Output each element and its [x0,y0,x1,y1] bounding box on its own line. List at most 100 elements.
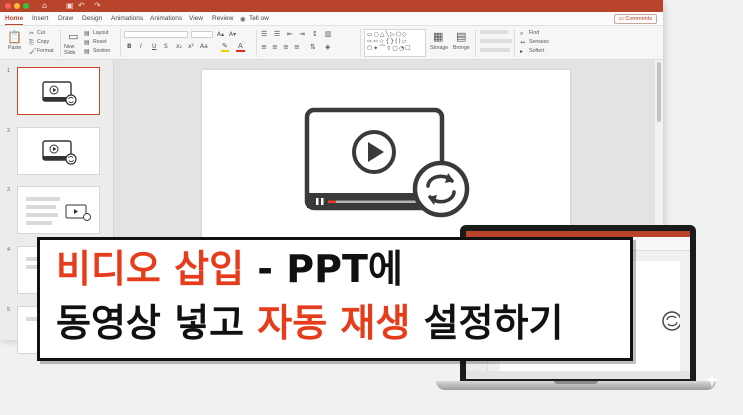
tab-home[interactable]: Home [5,15,24,25]
reset-icon[interactable]: ▤ [84,39,90,47]
superscript-icon[interactable]: x² [188,43,194,51]
save-icon[interactable]: ▣ [66,2,74,10]
slide-thumbnail-2[interactable] [17,127,100,175]
redo-icon[interactable]: ↷ [94,2,101,10]
shape-icons-row-3: ⬠✦⌒⇧▢◔☐ [367,45,412,52]
text-lines-placeholder [26,197,91,225]
tab-animations-2[interactable]: Animations [150,15,182,22]
decrease-indent-icon[interactable]: ⇤ [287,30,293,38]
font-color-icon[interactable]: A [238,42,243,50]
text-direction-icon[interactable]: ⇅ [310,43,316,51]
underline-icon[interactable]: U [152,43,156,51]
bold-icon[interactable]: B [127,43,132,51]
quick-styles-icon[interactable]: ▤ [456,31,466,42]
sensess-label[interactable]: Sensess [529,39,549,45]
new-slide-icon[interactable]: ▭ [68,31,78,42]
tab-draw[interactable]: Draw [58,15,73,22]
decrease-font-icon[interactable]: A▾ [229,31,236,39]
scene: ⌂ ▣ ↶ ↷ Home Insert Draw Design Animatio… [0,0,743,415]
increase-indent-icon[interactable]: ⇥ [299,30,305,38]
numbering-icon[interactable]: ☰ [274,30,280,38]
copy-label[interactable]: Copy [37,39,49,45]
tab-review[interactable]: Review [212,15,233,22]
font-color-swatch [236,50,245,52]
convert-smartart-icon[interactable]: ◈ [325,43,330,51]
cut-label[interactable]: Cut [37,30,45,36]
ribbon-divider [360,29,361,57]
tab-view[interactable]: View [189,15,203,22]
new-slide-label[interactable]: New Slide [64,44,84,56]
align-center-icon[interactable]: ≡ [272,43,278,51]
layout-label[interactable]: Layout [93,30,109,36]
banner-text [327,301,340,345]
subscript-icon[interactable]: x₂ [176,43,182,51]
slide-number: 1 [7,68,11,74]
close-window-button[interactable] [5,3,11,9]
shape-fill-placeholder [480,30,508,34]
zoom-window-button[interactable] [23,3,29,9]
increase-font-icon[interactable]: A▴ [217,31,224,39]
ribbon-divider [60,29,61,57]
format-label[interactable]: Format [37,48,53,54]
font-family-dropdown[interactable] [124,31,188,38]
tab-animations[interactable]: Animations [111,15,143,22]
reset-label[interactable]: Reset [93,39,107,45]
columns-icon[interactable]: ▥ [325,30,332,38]
banner-highlight: 재생 [340,301,411,345]
title-banner: 비디오 삽입 - PPT에 동영상 넣고 자동 재생 설정하기 [37,237,633,361]
paste-label[interactable]: Paste [8,45,21,51]
arrange-icon[interactable]: ▦ [433,31,443,42]
ribbon-divider [514,29,515,57]
replace-icon[interactable]: ↔ [520,39,525,47]
format-painter-icon[interactable]: 🖌 [29,48,37,56]
storage-label[interactable]: Storage [430,45,448,51]
font-size-dropdown[interactable] [191,31,213,38]
highlight-color-swatch [221,50,229,52]
select-icon[interactable]: ▸ [520,48,523,56]
video-icon [42,140,77,165]
slide-number: 2 [7,128,11,134]
banner-text: 동영상 넣고 [56,301,258,345]
shape-effects-placeholder [480,48,510,52]
find-label[interactable]: Find [529,30,539,36]
cut-icon[interactable]: ✂ [29,30,34,38]
copy-icon[interactable]: ⎘ [29,39,34,47]
italic-icon[interactable]: I [140,43,142,51]
tab-insert[interactable]: Insert [32,15,48,22]
home-icon[interactable]: ⌂ [42,2,47,10]
section-label[interactable]: Sestion [93,48,110,54]
banner-text: 설정하기 [410,301,564,345]
paste-icon[interactable]: 📋 [7,31,22,43]
comments-button[interactable]: ▭ Comments [613,14,657,24]
slide-thumbnail-1[interactable] [17,67,100,115]
slide-thumbnail-3[interactable] [17,186,100,234]
change-case-icon[interactable]: Aa [200,43,208,51]
layout-icon[interactable]: ▤ [84,30,90,38]
line-spacing-icon[interactable]: ↕ [312,30,318,38]
shape-outline-placeholder [480,39,512,43]
softert-label[interactable]: Softert [529,48,544,54]
banner-text: - PPT에 [244,247,403,291]
align-left-icon[interactable]: ≡ [261,43,267,51]
tab-tell-me[interactable]: Tell ow [249,15,269,22]
bronge-label[interactable]: Bronge [453,45,470,51]
bullets-icon[interactable]: ☰ [261,30,267,38]
scrollbar-thumb[interactable] [657,62,661,122]
ribbon: 📋 Paste ✂ Cut ⎘ Copy 🖌 Format ▭ New Slid… [0,26,663,60]
align-right-icon[interactable]: ≡ [283,43,289,51]
highlight-icon[interactable]: ✎ [222,42,228,50]
laptop-notch [554,381,598,384]
tab-design[interactable]: Design [82,15,102,22]
tell-me-icon[interactable]: ◉ [240,15,246,23]
section-icon[interactable]: ▤ [84,48,90,56]
justify-icon[interactable]: ≡ [294,43,300,51]
laptop-taskbar [466,371,690,379]
banner-highlight: 비디오 삽입 [56,247,245,291]
banner-highlight: 자동 [257,301,328,345]
undo-icon[interactable]: ↶ [78,2,85,10]
video-icon [42,81,77,106]
minimize-window-button[interactable] [14,3,20,9]
find-icon[interactable]: ⌕ [520,30,523,38]
shapes-gallery[interactable]: ▭○△╲▷⬡◇ ⇨⇦☆{}()▱ ⬠✦⌒⇧▢◔☐ [364,29,426,57]
strikethrough-icon[interactable]: S [164,43,168,51]
